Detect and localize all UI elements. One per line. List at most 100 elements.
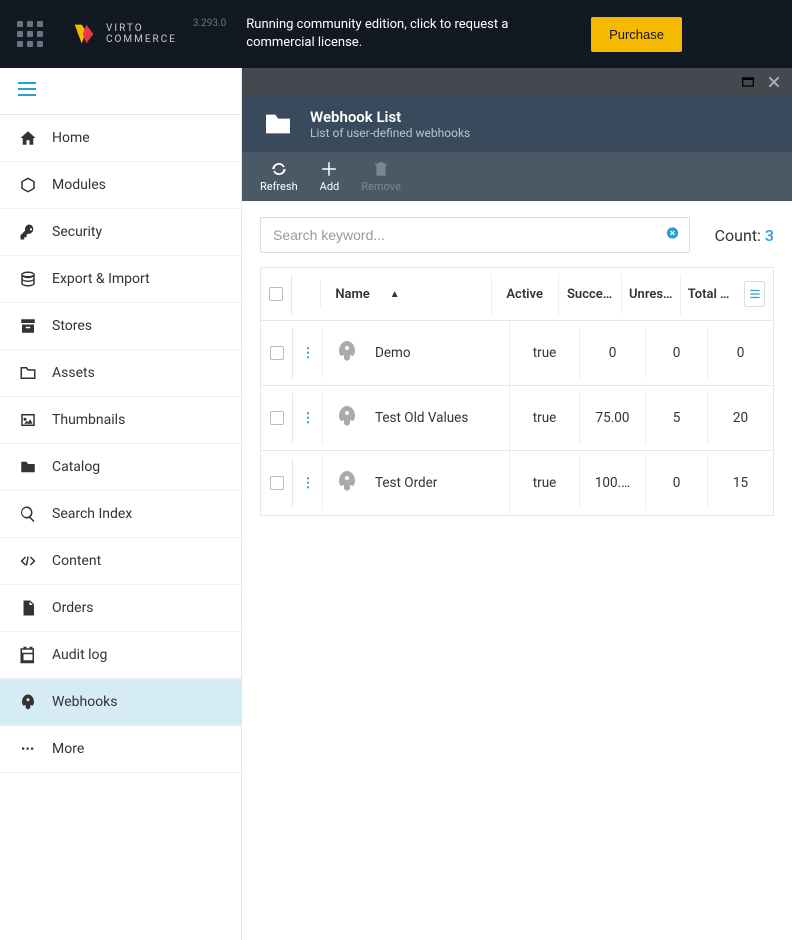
sidebar-item-label: Assets [52, 365, 95, 381]
sidebar-item-modules[interactable]: Modules [0, 162, 241, 209]
sidebar-item-catalog[interactable]: Catalog [0, 444, 241, 491]
sidebar-item-security[interactable]: Security [0, 209, 241, 256]
sidebar-item-webhooks[interactable]: Webhooks [0, 679, 241, 726]
sidebar-item-label: Catalog [52, 459, 100, 475]
blade-topbar [242, 68, 792, 96]
add-button[interactable]: Add [320, 160, 340, 193]
column-total[interactable]: Total … [681, 274, 736, 315]
grid-icon [17, 21, 43, 47]
sidebar-item-stores[interactable]: Stores [0, 303, 241, 350]
logo-text: VIRTO COMMERCE [106, 23, 177, 46]
sidebar-item-label: More [52, 741, 84, 757]
brand-line2: COMMERCE [106, 34, 177, 46]
sidebar-item-label: Orders [52, 600, 94, 616]
search-input[interactable] [260, 217, 690, 253]
rocket-icon [335, 469, 359, 497]
row-active: true [510, 392, 580, 444]
row-total: 20 [708, 392, 773, 444]
sidebar-item-label: Stores [52, 318, 92, 334]
row-name: Test Old Values [375, 410, 468, 426]
sidebar: Home Modules Security Export & Import Stores… [0, 68, 242, 940]
sidebar-item-label: Webhooks [52, 694, 118, 710]
sidebar-item-orders[interactable]: Orders [0, 585, 241, 632]
banner-text: Running community edition, click to requ… [246, 16, 546, 52]
sidebar-item-label: Search Index [52, 506, 132, 522]
column-unres[interactable]: Unres… [622, 274, 681, 315]
table-row[interactable]: ⋮Demotrue000 [261, 321, 773, 386]
row-active: true [510, 457, 580, 509]
brand-line1: VIRTO [106, 23, 177, 35]
search-icon [18, 504, 38, 524]
purchase-button[interactable]: Purchase [591, 17, 682, 52]
select-all-checkbox[interactable] [269, 287, 283, 301]
blade-subtitle: List of user-defined webhooks [310, 126, 470, 140]
rocket-icon [335, 339, 359, 367]
sidebar-item-search-index[interactable]: Search Index [0, 491, 241, 538]
refresh-button[interactable]: Refresh [260, 160, 298, 193]
sidebar-toggle[interactable] [0, 68, 241, 115]
sidebar-item-label: Thumbnails [52, 412, 125, 428]
row-success: 75.00 [580, 392, 646, 444]
webhooks-table: Name▲ Active Succe… Unres… Total … ⋮ Demo… [260, 267, 774, 516]
more-icon [18, 739, 38, 759]
sidebar-item-label: Modules [52, 177, 106, 193]
column-name[interactable]: Name▲ [321, 274, 491, 315]
code-icon [18, 551, 38, 571]
toolbar: Refresh Add Remove [242, 152, 792, 201]
version-label: 3.293.0 [193, 18, 226, 29]
add-label: Add [320, 180, 340, 193]
row-menu-icon[interactable]: ⋮ [301, 410, 314, 426]
row-total: 0 [708, 327, 773, 379]
app-grid-button[interactable] [0, 0, 60, 68]
table-row[interactable]: ⋮Test Old Valuestrue75.00520 [261, 386, 773, 451]
calendar-icon [18, 645, 38, 665]
rocket-icon [335, 404, 359, 432]
row-menu-icon[interactable]: ⋮ [301, 345, 314, 361]
sidebar-item-content[interactable]: Content [0, 538, 241, 585]
folder-solid-icon [18, 457, 38, 477]
table-row[interactable]: ⋮Test Ordertrue100.…015 [261, 451, 773, 515]
file-icon [18, 598, 38, 618]
logo[interactable]: VIRTO COMMERCE [60, 20, 187, 48]
sidebar-item-label: Content [52, 553, 101, 569]
column-active[interactable]: Active [492, 274, 559, 315]
refresh-label: Refresh [260, 180, 298, 193]
close-icon[interactable] [766, 74, 782, 90]
search-row: Count: 3 [260, 217, 774, 253]
header-menu-col [292, 281, 321, 307]
row-active: true [510, 327, 580, 379]
row-name: Test Order [375, 475, 437, 491]
remove-label: Remove [361, 180, 401, 193]
sidebar-item-thumbnails[interactable]: Thumbnails [0, 397, 241, 444]
sidebar-item-audit-log[interactable]: Audit log [0, 632, 241, 679]
row-checkbox[interactable] [270, 476, 284, 490]
content-body: Count: 3 Name▲ Active Succe… Unres… Tota… [242, 201, 792, 940]
database-icon [18, 269, 38, 289]
sidebar-item-home[interactable]: Home [0, 115, 241, 162]
column-options-button[interactable] [744, 281, 765, 307]
blade-title: Webhook List [310, 108, 470, 126]
sidebar-item-label: Security [52, 224, 102, 240]
license-banner: Running community edition, click to requ… [226, 16, 792, 52]
maximize-icon[interactable] [740, 74, 756, 90]
row-total: 15 [708, 457, 773, 509]
search-box [260, 217, 690, 253]
row-menu-icon[interactable]: ⋮ [301, 475, 314, 491]
sidebar-item-assets[interactable]: Assets [0, 350, 241, 397]
count-label: Count: 3 [715, 226, 774, 245]
clear-search-icon[interactable] [665, 226, 680, 245]
row-checkbox[interactable] [270, 411, 284, 425]
row-name: Demo [375, 345, 411, 361]
table-header: Name▲ Active Succe… Unres… Total … [261, 268, 773, 321]
sidebar-item-label: Home [52, 130, 90, 146]
sidebar-item-label: Audit log [52, 647, 107, 663]
remove-button[interactable]: Remove [361, 160, 401, 193]
sidebar-item-export-import[interactable]: Export & Import [0, 256, 241, 303]
row-checkbox[interactable] [270, 346, 284, 360]
count-value: 3 [765, 226, 774, 245]
column-success[interactable]: Succe… [559, 274, 622, 315]
archive-icon [18, 316, 38, 336]
sidebar-item-more[interactable]: More [0, 726, 241, 773]
folder-icon [260, 106, 296, 142]
row-success: 0 [580, 327, 646, 379]
